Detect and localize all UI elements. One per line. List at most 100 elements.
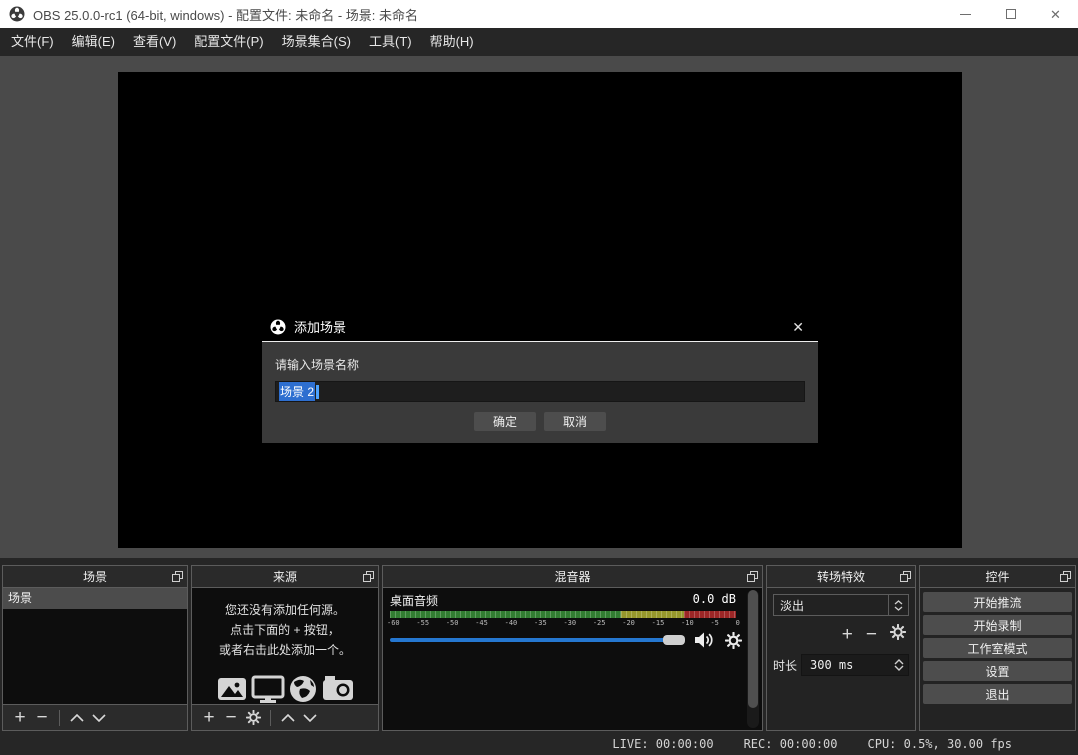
meter-yellow-zone xyxy=(621,611,684,618)
ok-button[interactable]: 确定 xyxy=(474,412,536,431)
tick-label: -35 xyxy=(534,619,547,627)
close-button[interactable]: ✕ xyxy=(1033,0,1078,28)
window-controls: ✕ xyxy=(943,0,1078,28)
meter-red-zone xyxy=(684,611,736,618)
move-scene-down-icon[interactable] xyxy=(88,710,110,726)
menu-file[interactable]: 文件(F) xyxy=(2,28,63,56)
sources-panel-title: 来源 xyxy=(273,568,297,585)
mixer-scrollbar[interactable] xyxy=(747,590,759,728)
preview-canvas[interactable] xyxy=(118,72,962,548)
mixer-body: 桌面音频 0.0 dB -60 -55 -50 -45 -40 -35 -30 … xyxy=(383,588,762,730)
browser-source-icon xyxy=(288,674,318,704)
mixer-panel-header: 混音器 xyxy=(383,566,762,588)
exit-button[interactable]: 退出 xyxy=(923,684,1072,704)
move-source-up-icon[interactable] xyxy=(277,710,299,726)
dialog-titlebar: 添加场景 ✕ xyxy=(262,312,818,342)
studio-mode-button[interactable]: 工作室模式 xyxy=(923,638,1072,658)
source-type-icons xyxy=(192,674,378,704)
duration-label: 时长 xyxy=(773,657,801,674)
dock-float-icon[interactable] xyxy=(900,571,911,582)
add-transition-icon[interactable]: + xyxy=(842,625,853,644)
meter-green-zone xyxy=(390,611,621,618)
combo-spinner[interactable] xyxy=(888,595,908,615)
duration-spinner[interactable] xyxy=(890,655,908,675)
mixer-panel: 混音器 桌面音频 0.0 dB -60 -55 -50 -45 -40 xyxy=(382,565,763,731)
transition-select[interactable]: 淡出 xyxy=(773,594,909,616)
speaker-icon[interactable] xyxy=(694,632,714,648)
close-icon: ✕ xyxy=(1050,8,1061,21)
scenes-toolbar: + − xyxy=(3,704,187,730)
duration-value: 300 ms xyxy=(802,658,890,672)
scene-name-input[interactable]: 场景 2 xyxy=(275,381,805,402)
remove-source-icon[interactable]: − xyxy=(220,708,242,727)
volume-slider[interactable] xyxy=(390,638,683,642)
audio-source-name: 桌面音频 xyxy=(390,592,438,609)
maximize-icon xyxy=(1006,9,1016,19)
cancel-button[interactable]: 取消 xyxy=(544,412,606,431)
meter-scale: -60 -55 -50 -45 -40 -35 -30 -25 -20 -15 … xyxy=(387,619,740,627)
sources-empty-area[interactable]: 您还没有添加任何源。 点击下面的 + 按钮， 或者右击此处添加一个。 xyxy=(192,588,378,704)
volume-slider-handle[interactable] xyxy=(663,635,685,645)
menu-profile[interactable]: 配置文件(P) xyxy=(185,28,272,56)
menu-edit[interactable]: 编辑(E) xyxy=(63,28,124,56)
display-source-icon xyxy=(251,674,285,704)
scenes-panel-title: 场景 xyxy=(83,568,107,585)
tick-label: -5 xyxy=(710,619,718,627)
remove-scene-icon[interactable]: − xyxy=(31,708,53,727)
start-recording-button[interactable]: 开始录制 xyxy=(923,615,1072,635)
move-scene-up-icon[interactable] xyxy=(66,710,88,726)
dialog-close-icon[interactable]: ✕ xyxy=(792,320,804,334)
minimize-icon xyxy=(960,14,971,15)
mixer-scrollbar-thumb[interactable] xyxy=(748,590,758,708)
transitions-panel-title: 转场特效 xyxy=(817,568,865,585)
text-caret xyxy=(316,385,319,399)
scenes-panel-header: 场景 xyxy=(3,566,187,588)
window-title: OBS 25.0.0-rc1 (64-bit, windows) - 配置文件:… xyxy=(33,5,418,24)
menu-help[interactable]: 帮助(H) xyxy=(421,28,483,56)
controls-panel: 控件 开始推流 开始录制 工作室模式 设置 退出 xyxy=(919,565,1076,731)
remove-transition-icon[interactable]: − xyxy=(866,625,877,644)
menu-scene-collection[interactable]: 场景集合(S) xyxy=(273,28,360,56)
add-source-icon[interactable]: + xyxy=(198,708,220,727)
tick-label: -50 xyxy=(446,619,459,627)
scenes-list[interactable]: 场景 xyxy=(3,588,187,704)
window-titlebar: OBS 25.0.0-rc1 (64-bit, windows) - 配置文件:… xyxy=(0,0,1078,28)
tick-label: -10 xyxy=(681,619,694,627)
menu-bar: 文件(F) 编辑(E) 查看(V) 配置文件(P) 场景集合(S) 工具(T) … xyxy=(0,28,1078,56)
duration-spinbox[interactable]: 300 ms xyxy=(801,654,909,676)
source-properties-gear-icon[interactable] xyxy=(242,710,264,726)
selected-text: 场景 2 xyxy=(279,382,315,401)
sources-toolbar: + − xyxy=(192,704,378,730)
dock-float-icon[interactable] xyxy=(1060,571,1071,582)
start-streaming-button[interactable]: 开始推流 xyxy=(923,592,1072,612)
live-time: LIVE: 00:00:00 xyxy=(612,737,713,751)
dialog-buttons: 确定 取消 xyxy=(262,412,818,431)
add-scene-icon[interactable]: + xyxy=(9,708,31,727)
sources-empty-line2: 点击下面的 + 按钮， xyxy=(192,620,378,640)
chevron-down-icon xyxy=(894,665,904,671)
scene-list-item[interactable]: 场景 xyxy=(3,588,187,609)
audio-settings-gear-icon[interactable] xyxy=(725,632,742,649)
menu-view[interactable]: 查看(V) xyxy=(124,28,185,56)
chevron-down-icon xyxy=(894,606,903,611)
tick-label: -30 xyxy=(563,619,576,627)
volume-db-label: 0.0 dB xyxy=(693,592,736,609)
tick-label: -25 xyxy=(593,619,606,627)
status-bar: LIVE: 00:00:00 REC: 00:00:00 CPU: 0.5%, … xyxy=(0,732,1078,755)
transition-selected-value: 淡出 xyxy=(774,597,888,614)
image-source-icon xyxy=(216,674,248,704)
sources-panel: 来源 您还没有添加任何源。 点击下面的 + 按钮， 或者右击此处添加一个。 xyxy=(191,565,379,731)
cpu-fps: CPU: 0.5%, 30.00 fps xyxy=(868,737,1013,751)
toolbar-separator xyxy=(270,710,271,726)
transition-properties-gear-icon[interactable] xyxy=(890,624,906,645)
maximize-button[interactable] xyxy=(988,0,1033,28)
toolbar-separator xyxy=(59,710,60,726)
dock-float-icon[interactable] xyxy=(747,571,758,582)
controls-panel-title: 控件 xyxy=(985,568,1009,585)
menu-tools[interactable]: 工具(T) xyxy=(360,28,421,56)
dock-float-icon[interactable] xyxy=(172,571,183,582)
move-source-down-icon[interactable] xyxy=(299,710,321,726)
settings-button[interactable]: 设置 xyxy=(923,661,1072,681)
dock-float-icon[interactable] xyxy=(363,571,374,582)
minimize-button[interactable] xyxy=(943,0,988,28)
